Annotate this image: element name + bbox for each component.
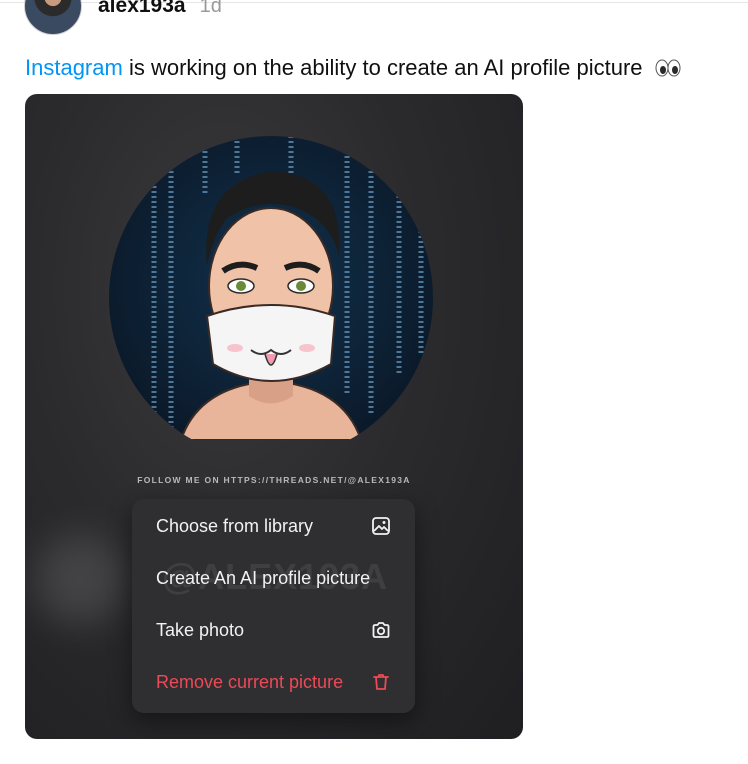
camera-icon bbox=[371, 620, 391, 640]
author-name[interactable]: alex193a bbox=[98, 0, 186, 18]
post-body: is working on the ability to create an A… bbox=[122, 55, 643, 80]
remove-current-picture-label: Remove current picture bbox=[156, 671, 344, 692]
create-ai-profile-picture-option[interactable]: Create An AI profile picture bbox=[132, 552, 415, 604]
trash-icon bbox=[371, 672, 391, 692]
take-photo-label: Take photo bbox=[156, 619, 245, 640]
eyes-icon bbox=[655, 56, 681, 84]
post-text: Instagram is working on the ability to c… bbox=[25, 54, 681, 84]
follow-caption: FOLLOW ME ON HTTPS://THREADS.NET/@ALEX19… bbox=[137, 475, 411, 485]
profile-photo-menu: @ALEX193A Choose from library Create An … bbox=[132, 499, 415, 713]
create-ai-profile-picture-label: Create An AI profile picture bbox=[156, 567, 371, 588]
blur-spot bbox=[35, 534, 125, 624]
avatar[interactable] bbox=[24, 0, 82, 35]
profile-picture bbox=[109, 136, 433, 440]
post-header: alex193a 1d bbox=[24, 0, 222, 36]
post-time: 1d bbox=[199, 0, 222, 17]
post-image[interactable]: FOLLOW ME ON HTTPS://THREADS.NET/@ALEX19… bbox=[25, 94, 523, 739]
image-icon bbox=[371, 516, 391, 536]
take-photo-option[interactable]: Take photo bbox=[132, 604, 415, 656]
choose-from-library-label: Choose from library bbox=[156, 515, 314, 536]
choose-from-library-option[interactable]: Choose from library bbox=[132, 500, 415, 552]
remove-current-picture-option[interactable]: Remove current picture bbox=[132, 656, 415, 708]
instagram-link[interactable]: Instagram bbox=[25, 55, 123, 80]
